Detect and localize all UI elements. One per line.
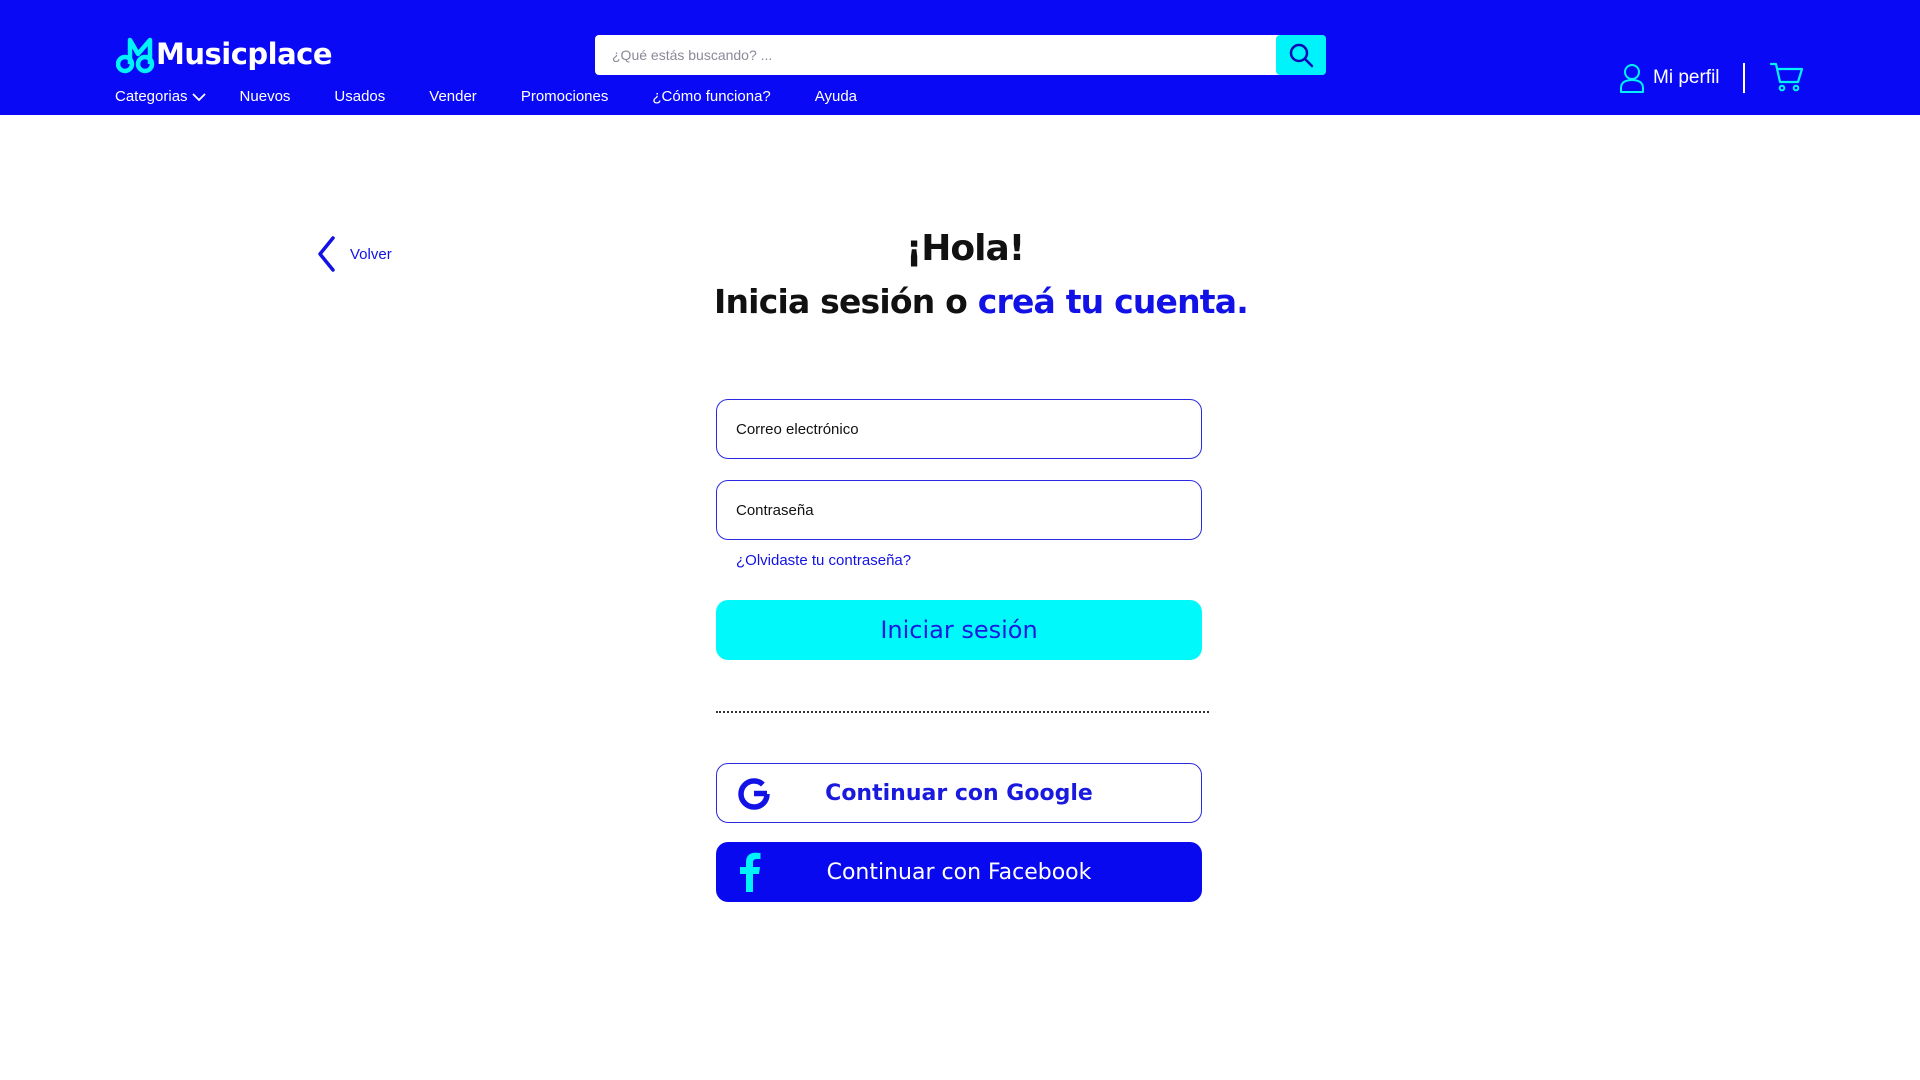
- google-icon: [738, 778, 770, 810]
- search-bar: [595, 35, 1326, 75]
- email-field: [716, 399, 1202, 459]
- password-input[interactable]: [717, 481, 1201, 539]
- top-header: Musicplace Categorias Nuevos Usados Vend…: [0, 0, 1920, 115]
- nav-label: Nuevos: [239, 88, 291, 105]
- facebook-button-label: Continuar con Facebook: [826, 859, 1092, 885]
- facebook-icon: [740, 852, 761, 892]
- nav-label: Vender: [429, 88, 477, 105]
- search-input[interactable]: [595, 35, 1276, 75]
- user-icon: [1620, 64, 1644, 93]
- google-button-label: Continuar con Google: [825, 780, 1093, 806]
- nav-label: Promociones: [520, 88, 609, 105]
- cart-icon: [1769, 62, 1804, 92]
- profile-label: Mi perfil: [1653, 67, 1720, 88]
- create-account-link[interactable]: creá tu cuenta.: [978, 282, 1249, 321]
- facebook-login-button[interactable]: Continuar con Facebook: [716, 842, 1202, 902]
- search-icon: [1289, 43, 1314, 68]
- cart-button[interactable]: [1769, 62, 1804, 96]
- google-login-button[interactable]: Continuar con Google: [716, 763, 1202, 823]
- nav-usados[interactable]: Usados: [334, 88, 385, 105]
- nav-label: Usados: [334, 88, 386, 105]
- nav-label: ¿Cómo funciona?: [652, 88, 771, 105]
- music-note-logo-icon: [116, 37, 155, 74]
- login-button-label: Iniciar sesión: [880, 616, 1038, 644]
- musicplace-logo[interactable]: Musicplace: [116, 34, 333, 74]
- login-subtitle: Inicia sesión o creá tu cuenta.: [0, 282, 1920, 321]
- login-button[interactable]: Iniciar sesión: [716, 600, 1202, 660]
- password-field: [716, 480, 1202, 540]
- profile-link[interactable]: Mi perfil: [1619, 63, 1720, 93]
- nav-como-funciona[interactable]: ¿Cómo funciona?: [652, 88, 770, 105]
- greeting-heading: ¡Hola!: [905, 228, 1025, 269]
- chevron-down-icon: [191, 92, 206, 101]
- nav-promociones[interactable]: Promociones: [521, 88, 609, 105]
- dotted-divider: [716, 711, 1209, 713]
- nav-vender[interactable]: Vender: [429, 88, 477, 105]
- nav-nuevos[interactable]: Nuevos: [240, 88, 291, 105]
- search-button[interactable]: [1276, 35, 1326, 75]
- forgot-password-link[interactable]: ¿Olvidaste tu contraseña?: [736, 552, 911, 569]
- email-input[interactable]: [717, 400, 1201, 458]
- nav-categorias[interactable]: Categorias: [115, 88, 206, 105]
- nav-label: Ayuda: [814, 88, 858, 105]
- logo-text: Musicplace: [156, 37, 333, 71]
- nav-label: Categorias: [115, 88, 188, 105]
- subtitle-prefix: Inicia sesión o: [714, 282, 978, 321]
- nav-ayuda[interactable]: Ayuda: [815, 88, 857, 105]
- main-nav: Categorias Nuevos Usados Vender Promocio…: [115, 88, 857, 105]
- header-divider: [1743, 63, 1745, 93]
